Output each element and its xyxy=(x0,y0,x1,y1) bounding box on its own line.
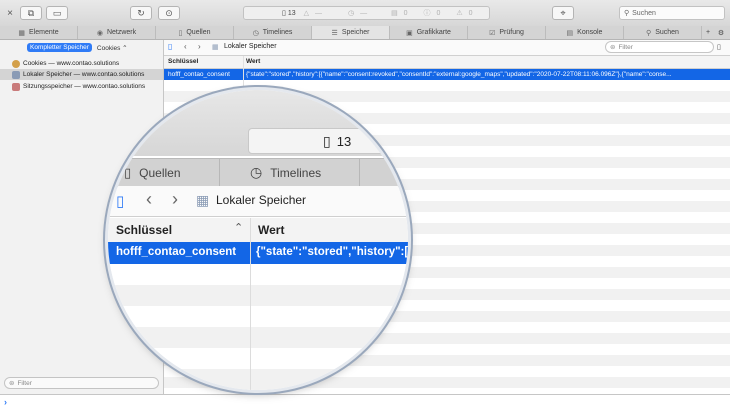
table-icon xyxy=(12,70,20,79)
download-button[interactable]: ⊙ xyxy=(158,6,180,20)
forward-icon[interactable]: › xyxy=(198,42,201,51)
table-header: Schlüssel Wert xyxy=(164,56,730,69)
element-tab-icon: ▦ xyxy=(18,29,26,37)
search-placeholder: Suchen xyxy=(632,9,656,17)
crosshair-icon: ⌖ xyxy=(560,7,566,18)
magnified-activity-viewer: ▯ 13 xyxy=(248,128,408,154)
search-icon: ⚲ xyxy=(624,10,630,17)
magnified-tab-timelines: ◷ Timelines xyxy=(220,159,360,186)
sidebar-toggle-icon[interactable]: ▯ xyxy=(168,42,172,51)
row-value: {"state":"stored","history":[{"name":"co… xyxy=(246,71,672,78)
settings-button[interactable]: ⚙ xyxy=(714,26,728,39)
sidebar-item-cookies[interactable]: Cookies — www.contao.solutions xyxy=(12,58,119,69)
cookie-icon xyxy=(12,59,20,68)
add-tab-button[interactable]: + xyxy=(702,26,714,39)
tab-suchen[interactable]: ⚲ Suchen xyxy=(624,26,702,39)
log-count: ▤ 0 xyxy=(391,10,408,17)
sidebar-toggle-icon: ▯ xyxy=(116,193,125,210)
column-header-key[interactable]: Schlüssel xyxy=(168,58,198,65)
timelines-tab-icon: ◷ xyxy=(252,29,259,37)
toolbar: × ⧉ ▭ ↻ ⊙ ▯ 13 △ — ◷ — ▤ 0 ⓘ 0 ⚠ 0 ⌖ ⚲ S… xyxy=(0,0,730,27)
magnified-resource-count: 13 xyxy=(336,133,352,149)
audit-tab-icon: ☑ xyxy=(489,29,496,37)
sidebar-item-local-storage[interactable]: Lokaler Speicher — www.contao.solutions xyxy=(0,69,163,80)
tab-pruefung[interactable]: ☑ Prüfung xyxy=(468,26,546,39)
sort-ascending-icon: ⌃ xyxy=(234,222,244,234)
magnified-toolbar: ▯ 13 xyxy=(108,90,408,156)
tab-timelines[interactable]: ◷ Timelines xyxy=(234,26,312,39)
magnified-table-header: Schlüssel ⌃ Wert xyxy=(108,218,408,243)
table-icon: ▦ xyxy=(212,44,219,51)
tab-elemente[interactable]: ▦ Elemente xyxy=(0,26,78,39)
column-header-value[interactable]: Wert xyxy=(246,58,260,65)
magnified-column-divider xyxy=(250,218,251,390)
search-tab-icon: ⚲ xyxy=(646,29,652,37)
activity-viewer[interactable]: ▯ 13 △ — ◷ — ▤ 0 ⓘ 0 ⚠ 0 xyxy=(243,6,490,20)
table-row[interactable]: hofff_contao_consent {"state":"stored","… xyxy=(164,69,730,80)
reload-icon: ↻ xyxy=(137,7,145,18)
dock-bottom-icon: ▭ xyxy=(52,7,62,18)
tab-grafikkarte[interactable]: ▣ Grafikkarte xyxy=(390,26,468,39)
resources-icon: ▯ xyxy=(282,10,286,17)
graphics-tab-icon: ▣ xyxy=(406,29,413,37)
tab-quellen[interactable]: ▯ Quellen xyxy=(156,26,234,39)
resources-icon: ▯ xyxy=(323,132,331,149)
page-title: Lokaler Speicher xyxy=(224,43,277,50)
magnified-row-value: {"state":"stored","history":[ xyxy=(256,246,408,258)
back-icon[interactable]: ‹ xyxy=(184,42,187,51)
back-icon: ‹ xyxy=(146,189,152,209)
magnified-tab-quellen: ▯ Quellen xyxy=(108,159,220,186)
content-filter-input[interactable]: ⊜ Filter xyxy=(605,41,714,53)
tab-speicher[interactable]: ☰ Speicher xyxy=(312,26,390,39)
element-picker-button[interactable]: ⌖ xyxy=(552,6,574,20)
tab-netzwerk[interactable]: ◉ Netzwerk xyxy=(78,26,156,39)
storage-scope-selector: Kompletter Speicher Cookies ⌃ xyxy=(27,43,128,52)
tab-bar: ▦ Elemente ◉ Netzwerk ▯ Quellen ◷ Timelines … xyxy=(0,26,730,40)
reload-button[interactable]: ↻ xyxy=(130,6,152,20)
segment-cookies-dropdown[interactable]: Cookies ⌃ xyxy=(97,44,128,52)
row-key: hofff_contao_consent xyxy=(168,71,230,78)
magnified-navigation-bar: ▯ ‹ › ▦ Lokaler Speicher xyxy=(108,186,408,217)
dock-side-button[interactable]: ⧉ xyxy=(20,6,42,20)
search-field[interactable]: ⚲ Suchen xyxy=(619,6,725,20)
details-sidebar-icon[interactable]: ▯ xyxy=(717,43,721,51)
warning-count: ⚠ 0 xyxy=(456,10,473,17)
magnified-page-title: Lokaler Speicher xyxy=(216,193,307,207)
plus-icon: + xyxy=(705,29,711,36)
network-tab-icon: ◉ xyxy=(96,29,103,37)
tab-konsole[interactable]: ▤ Konsole xyxy=(546,26,624,39)
timelines-tab-icon: ◷ xyxy=(250,164,263,180)
gear-icon: ⚙ xyxy=(717,29,725,37)
magnified-empty-rows xyxy=(108,264,408,390)
magnified-column-key: Schlüssel xyxy=(116,223,173,237)
magnified-table-row: hofff_contao_consent {"state":"stored","… xyxy=(108,242,408,264)
magnified-column-value: Wert xyxy=(258,223,285,237)
dock-side-icon: ⧉ xyxy=(27,7,35,18)
filter-icon: ⊜ xyxy=(9,380,15,387)
resource-count: 13 xyxy=(287,9,296,17)
table-icon: ▦ xyxy=(196,192,210,208)
magnified-row-key: hofff_contao_consent xyxy=(116,246,237,258)
console-tab-icon: ▤ xyxy=(566,29,574,37)
magnified-tab-bar: ▯ Quellen ◷ Timelines xyxy=(108,158,408,187)
sources-tab-icon: ▯ xyxy=(124,164,132,180)
close-icon[interactable]: × xyxy=(4,6,16,20)
magnifier-overlay: ▯ 13 ▯ Quellen ◷ Timelines ▯ ‹ › ▦ Lokal… xyxy=(108,90,408,390)
forward-icon: › xyxy=(172,189,178,209)
filter-icon: ⊜ xyxy=(610,44,616,51)
download-icon: ⊙ xyxy=(165,7,173,18)
console-prompt-icon: › xyxy=(4,397,7,407)
table-icon xyxy=(12,82,20,91)
dock-bottom-button[interactable]: ▭ xyxy=(46,6,68,20)
storage-tab-icon: ☰ xyxy=(331,29,338,37)
sources-tab-icon: ▯ xyxy=(178,29,183,37)
time-indicator: ◷ — xyxy=(348,10,368,17)
content-navigation-bar: ▯ ‹ › ▦ Lokaler Speicher ⊜ Filter ▯ xyxy=(164,40,730,56)
segment-complete-storage[interactable]: Kompletter Speicher xyxy=(27,43,92,52)
info-count: ⓘ 0 xyxy=(423,10,441,17)
console-prompt-bar[interactable]: › xyxy=(0,394,730,412)
size-indicator: △ — xyxy=(303,10,322,17)
